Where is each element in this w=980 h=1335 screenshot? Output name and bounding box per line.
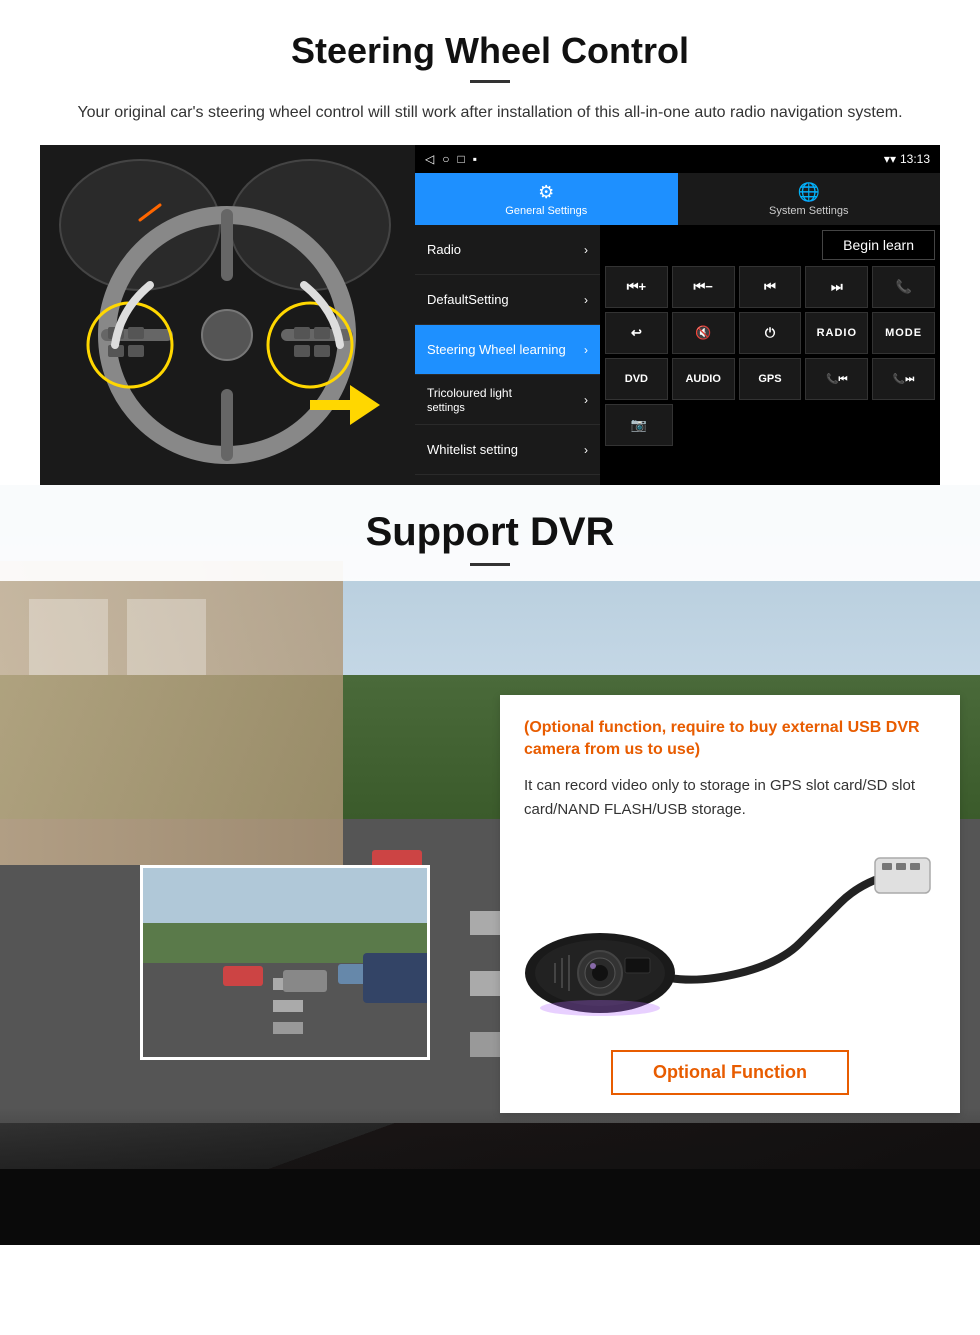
android-statusbar: ◁ ○ □ ▪ ▾▾ 13:13	[415, 145, 940, 173]
nav-home-icon[interactable]: ○	[442, 152, 449, 166]
menu-item-tricoloured[interactable]: Tricoloured lightsettings ›	[415, 375, 600, 425]
ctrl-row-2: ↩ 🔇 ⏻ RADIO MODE	[605, 312, 935, 354]
menu-item-tricoloured-label: Tricoloured lightsettings	[427, 386, 512, 414]
window-1	[29, 599, 107, 675]
menu-item-whitelist-label: Whitelist setting	[427, 442, 518, 457]
menu-item-radio[interactable]: Radio ›	[415, 225, 600, 275]
dvr-title: Support DVR	[0, 510, 980, 555]
dvr-camera-image-area	[500, 838, 960, 1038]
menu-item-default-label: DefaultSetting	[427, 292, 509, 307]
menu-arrow-default: ›	[584, 293, 588, 307]
menu-item-steering-learning[interactable]: Steering Wheel learning ›	[415, 325, 600, 375]
menu-arrow-steering: ›	[584, 343, 588, 357]
ctrl-btn-radio[interactable]: RADIO	[805, 312, 868, 354]
menu-control-content: Begin learn ⏮+ ⏮− ⏮ ⏭ 📞 ↩ 🔇 ⏻	[600, 225, 940, 485]
ctrl-btn-power[interactable]: ⏻	[739, 312, 802, 354]
tab-general-settings[interactable]: ⚙ General Settings	[415, 173, 678, 225]
ctrl-btn-back[interactable]: ↩	[605, 312, 668, 354]
dvr-card-content: (Optional function, require to buy exter…	[500, 695, 960, 822]
ctrl-btn-mute[interactable]: 🔇	[672, 312, 735, 354]
tab-general-label: General Settings	[505, 205, 587, 217]
optional-function-button[interactable]: Optional Function	[611, 1050, 849, 1095]
ctrl-btn-vol-up[interactable]: ⏮+	[605, 266, 668, 308]
menu-item-steering-label: Steering Wheel learning	[427, 342, 566, 357]
system-icon: 🌐	[798, 182, 820, 203]
android-panel: ◁ ○ □ ▪ ▾▾ 13:13 ⚙ General Settings 🌐	[415, 145, 940, 485]
settings-gear-icon: ⚙	[538, 182, 554, 203]
menu-list: Radio › DefaultSetting › Steering Wheel …	[415, 225, 600, 485]
ctrl-btn-phone[interactable]: 📞	[872, 266, 935, 308]
tab-system-settings[interactable]: 🌐 System Settings	[678, 173, 941, 225]
ctrl-btn-phone-prev[interactable]: 📞⏮	[805, 358, 868, 400]
ctrl-btn-vol-down[interactable]: ⏮−	[672, 266, 735, 308]
page-title: Steering Wheel Control	[40, 30, 940, 72]
begin-learn-button[interactable]: Begin learn	[822, 230, 935, 260]
dvr-thumbnail-inner	[143, 868, 427, 1057]
begin-learn-row: Begin learn	[605, 230, 935, 260]
menu-arrow-tricoloured: ›	[584, 393, 588, 407]
dashboard-bar	[0, 1169, 980, 1245]
nav-menu-icon[interactable]: ▪	[473, 152, 477, 166]
menu-item-radio-label: Radio	[427, 242, 461, 257]
menu-item-whitelist[interactable]: Whitelist setting ›	[415, 425, 600, 475]
ctrl-btn-mode[interactable]: MODE	[872, 312, 935, 354]
menu-arrow-radio: ›	[584, 243, 588, 257]
statusbar-info: ▾▾ 13:13	[884, 152, 930, 166]
ctrl-row-4: 📷	[605, 404, 935, 446]
ctrl-btn-dvd[interactable]: DVD	[605, 358, 668, 400]
nav-recent-icon[interactable]: □	[457, 152, 464, 166]
ctrl-btn-gps[interactable]: GPS	[739, 358, 802, 400]
steering-content-area: ◁ ○ □ ▪ ▾▾ 13:13 ⚙ General Settings 🌐	[40, 145, 940, 485]
signal-icon: ▾▾	[884, 152, 896, 166]
dvr-optional-notice: (Optional function, require to buy exter…	[524, 717, 936, 762]
dvr-thumbnail	[140, 865, 430, 1060]
dvr-thumbnail-svg	[143, 868, 430, 1060]
ctrl-btn-prev[interactable]: ⏮	[739, 266, 802, 308]
ctrl-btn-audio[interactable]: AUDIO	[672, 358, 735, 400]
dvr-info-card: (Optional function, require to buy exter…	[500, 695, 960, 1113]
steering-photo	[40, 145, 415, 485]
dvr-description: It can record video only to storage in G…	[524, 774, 936, 822]
statusbar-nav: ◁ ○ □ ▪	[425, 152, 477, 166]
steering-wheel-svg	[40, 145, 415, 485]
nav-back-icon[interactable]: ◁	[425, 152, 434, 166]
dvr-camera-svg	[520, 843, 940, 1033]
ctrl-row-1: ⏮+ ⏮− ⏮ ⏭ 📞	[605, 266, 935, 308]
dvr-title-area: Support DVR	[0, 485, 980, 581]
ctrl-row-3: DVD AUDIO GPS 📞⏮ 📞⏭	[605, 358, 935, 400]
tab-system-label: System Settings	[769, 205, 848, 217]
ctrl-btn-next[interactable]: ⏭	[805, 266, 868, 308]
section-subtitle: Your original car's steering wheel contr…	[40, 101, 940, 125]
steering-section: Steering Wheel Control Your original car…	[0, 0, 980, 485]
menu-arrow-whitelist: ›	[584, 443, 588, 457]
android-menu-area: Radio › DefaultSetting › Steering Wheel …	[415, 225, 940, 485]
dvr-section: Support DVR	[0, 485, 980, 1245]
title-divider	[470, 80, 510, 83]
ctrl-btn-camera[interactable]: 📷	[605, 404, 673, 446]
dvr-title-divider	[470, 563, 510, 566]
status-time: 13:13	[900, 152, 930, 166]
ctrl-btn-phone-next[interactable]: 📞⏭	[872, 358, 935, 400]
window-2	[127, 599, 205, 675]
android-tabs: ⚙ General Settings 🌐 System Settings	[415, 173, 940, 225]
menu-item-defaultsetting[interactable]: DefaultSetting ›	[415, 275, 600, 325]
optional-function-area: Optional Function	[500, 1038, 960, 1113]
